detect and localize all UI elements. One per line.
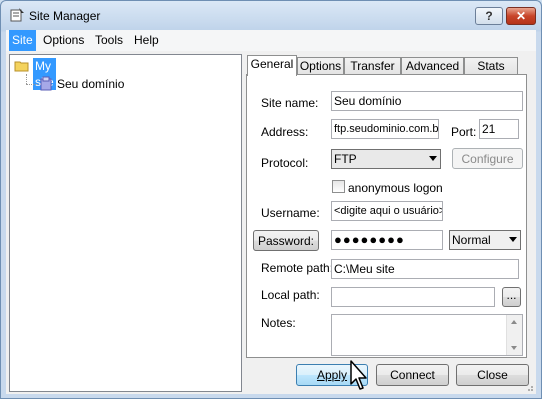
resize-grip-icon[interactable] [524, 382, 534, 392]
mouse-cursor-icon [350, 360, 367, 390]
username-input[interactable]: <digite aqui o usuário> [331, 201, 443, 221]
site-manager-icon [10, 8, 24, 22]
tab-transfer[interactable]: Transfer [344, 57, 401, 75]
tab-stats[interactable]: Stats [464, 57, 518, 75]
site-icon [40, 76, 52, 91]
apply-label: Apply [316, 368, 348, 382]
window-title: Site Manager [29, 9, 101, 23]
close-button[interactable]: Close [456, 364, 529, 386]
anonymous-checkbox[interactable] [332, 180, 345, 193]
help-button[interactable]: ? [475, 7, 503, 25]
menu-bar: Site Options Tools Help [6, 30, 536, 51]
password-input[interactable]: ●●●●●●●● [331, 230, 443, 250]
tree-child-label: Seu domínio [57, 77, 125, 91]
menu-options[interactable]: Options [40, 30, 87, 51]
local-path-label: Local path: [261, 288, 320, 302]
scroll-down-icon[interactable] [511, 346, 517, 350]
title-bar[interactable]: Site Manager ? ✕ [1, 1, 541, 29]
menu-site[interactable]: Site [9, 30, 36, 51]
username-label: Username: [261, 206, 320, 220]
client-area: Site Options Tools Help My site Seu domí… [6, 30, 536, 394]
scroll-up-icon[interactable] [511, 320, 517, 324]
remote-path-label: Remote path: [261, 261, 334, 275]
tab-advanced[interactable]: Advanced [401, 57, 464, 75]
site-name-label: Site name: [261, 96, 319, 110]
folder-icon [14, 61, 29, 72]
chevron-down-icon [509, 237, 517, 242]
protocol-value: FTP [334, 152, 357, 166]
tab-options[interactable]: Options [297, 57, 344, 75]
tree-connector [26, 84, 38, 85]
notes-textarea[interactable] [331, 314, 523, 356]
site-manager-window: Site Manager ? ✕ Site Options Tools Help… [0, 0, 542, 399]
site-name-input[interactable]: Seu domínio [331, 91, 523, 111]
menu-help[interactable]: Help [131, 30, 162, 51]
close-window-button[interactable]: ✕ [506, 7, 536, 25]
protocol-select[interactable]: FTP [331, 149, 441, 169]
menu-tools[interactable]: Tools [92, 30, 126, 51]
password-button[interactable]: Password: [253, 230, 319, 251]
port-label: Port: [451, 125, 477, 139]
chevron-down-icon [429, 156, 437, 161]
site-tree[interactable]: My site Seu domínio [9, 54, 242, 392]
port-input[interactable]: 21 [479, 119, 519, 139]
tab-strip: General Options Transfer Advanced Stats [247, 55, 536, 76]
configure-button[interactable]: Configure [452, 148, 523, 169]
tab-general[interactable]: General [247, 55, 297, 76]
tree-connector [26, 74, 27, 84]
password-mode-select[interactable]: Normal [449, 230, 521, 250]
notes-label: Notes: [261, 316, 296, 330]
password-mode-value: Normal [452, 233, 491, 247]
general-tab-panel: Site name: Seu domínio Address: ftp.seud… [246, 74, 527, 358]
address-label: Address: [261, 125, 309, 139]
local-path-input[interactable] [331, 287, 495, 307]
address-input[interactable]: ftp.seudominio.com.br [331, 119, 439, 139]
browse-button[interactable]: ... [502, 287, 521, 307]
anonymous-label: anonymous logon [348, 181, 443, 195]
protocol-label: Protocol: [261, 156, 309, 170]
notes-scrollbar[interactable] [506, 315, 522, 355]
remote-path-input[interactable]: C:\Meu site [331, 259, 519, 279]
connect-button[interactable]: Connect [376, 364, 449, 386]
